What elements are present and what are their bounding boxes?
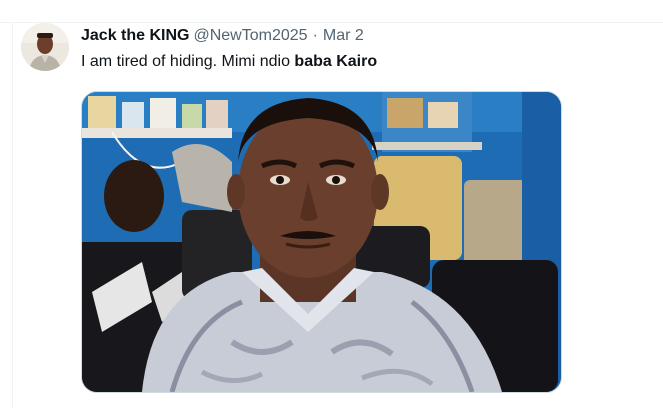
previous-tweet-edge (0, 0, 663, 23)
user-avatar-icon (21, 23, 69, 71)
tweet-header: Jack the KING @NewTom2025 · Mar 2 (81, 25, 364, 47)
tweet-text-plain: I am tired of hiding. Mimi ndio (81, 53, 295, 70)
tweet-text-bold: baba Kairo (294, 53, 378, 70)
display-name[interactable]: Jack the KING (81, 26, 189, 46)
tweet-text: I am tired of hiding. Mimi ndio baba Kai… (81, 51, 377, 73)
tweet-media[interactable] (81, 91, 562, 393)
timeline: Jack the KING @NewTom2025 · Mar 2 I am t… (0, 0, 663, 408)
photo-of-man-in-barbershop-icon (82, 92, 561, 392)
separator-dot: · (312, 27, 318, 44)
tweet-date[interactable]: Mar 2 (323, 26, 364, 46)
avatar[interactable] (21, 23, 69, 71)
user-handle[interactable]: @NewTom2025 (193, 26, 307, 46)
